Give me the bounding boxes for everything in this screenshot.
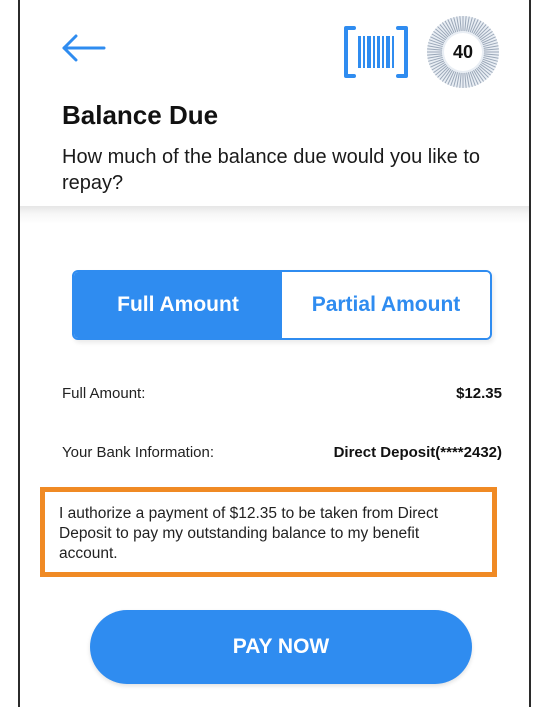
timer-value: 40 — [452, 42, 474, 62]
barcode-scan-icon[interactable] — [340, 24, 412, 80]
authorization-notice: I authorize a payment of $12.35 to be ta… — [40, 487, 497, 577]
app-screen: 40 Balance Due How much of the balance d… — [18, 0, 531, 707]
countdown-timer: 40 — [425, 14, 501, 90]
full-amount-label: Full Amount: — [62, 385, 146, 402]
bank-info-label: Your Bank Information: — [62, 444, 215, 461]
bank-info-value: Direct Deposit(****2432) — [333, 444, 502, 461]
full-amount-tab[interactable]: Full Amount — [74, 272, 282, 338]
page-title: Balance Due — [62, 100, 219, 130]
bank-info-row: Your Bank Information: Direct Deposit(**… — [62, 444, 502, 461]
back-arrow-icon[interactable] — [60, 34, 108, 62]
authorization-text: I authorize a payment of $12.35 to be ta… — [59, 505, 439, 562]
page-subtitle: How much of the balance due would you li… — [62, 146, 481, 194]
pay-now-button[interactable]: PAY NOW — [90, 610, 472, 684]
full-amount-row: Full Amount: $12.35 — [62, 385, 502, 402]
full-amount-value: $12.35 — [456, 385, 502, 402]
section-divider — [20, 206, 529, 224]
amount-type-toggle: Full Amount Partial Amount — [72, 270, 492, 340]
partial-amount-tab[interactable]: Partial Amount — [282, 272, 490, 338]
